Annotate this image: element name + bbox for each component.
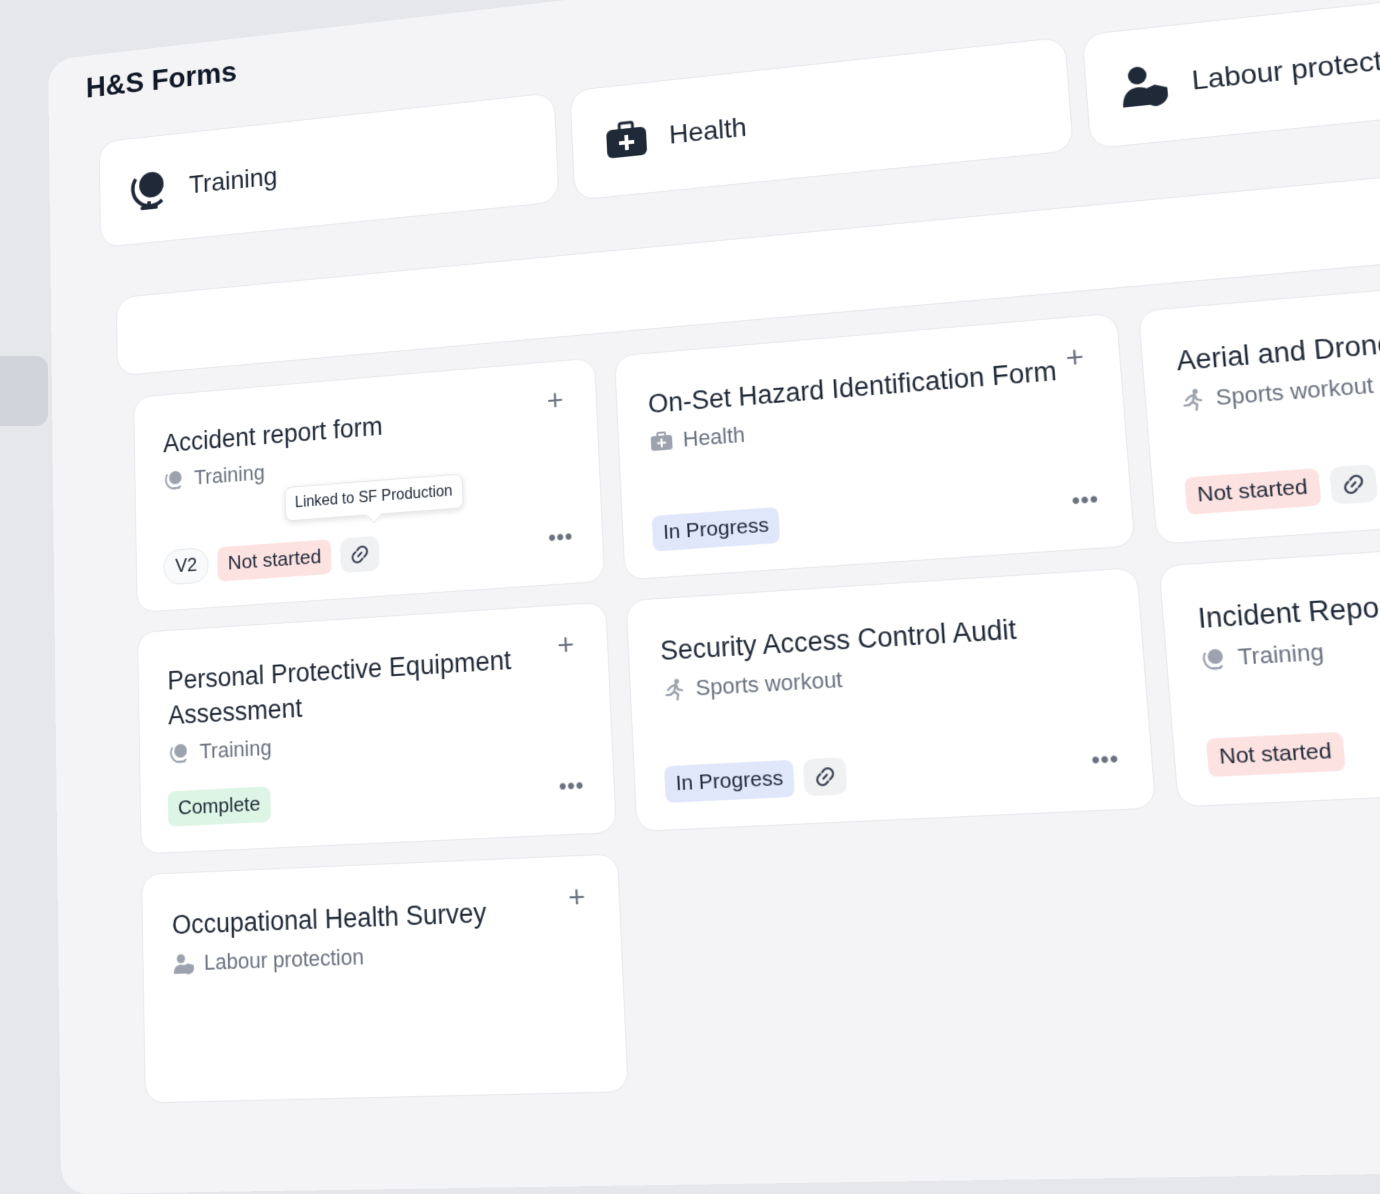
add-icon[interactable]: +: [546, 386, 564, 416]
form-card-footer: Complete: [168, 786, 271, 826]
category-label-training: Training: [189, 162, 278, 200]
form-card-footer: V2 Not started: [163, 535, 380, 586]
category-label-labour-protection: Labour protection: [1190, 41, 1380, 97]
form-card-title: Incident Report Investigation: [1196, 571, 1380, 637]
form-card-footer: In Progress: [652, 507, 781, 552]
more-options-icon[interactable]: •••: [1071, 486, 1100, 514]
status-badge: In Progress: [652, 507, 781, 552]
link-icon: [814, 765, 838, 789]
globe-icon: [169, 741, 191, 766]
more-options-icon[interactable]: •••: [548, 524, 574, 551]
runner-icon: [1179, 387, 1206, 413]
medkit-icon: [649, 429, 673, 454]
link-icon: [349, 543, 370, 566]
form-card-title: Personal Protective Equipment Assessment: [167, 640, 551, 733]
form-card[interactable]: Accident report form Training + Linked t…: [133, 357, 605, 613]
add-icon[interactable]: +: [568, 882, 587, 913]
link-button[interactable]: [340, 535, 380, 572]
medkit-icon: [604, 116, 650, 164]
form-card-category-label: Labour protection: [204, 944, 365, 976]
form-card-category-label: Training: [194, 460, 265, 490]
category-label-health: Health: [668, 112, 747, 150]
link-button[interactable]: [803, 757, 848, 796]
add-icon[interactable]: +: [557, 630, 575, 661]
form-card-footer: In Progress: [664, 757, 848, 803]
form-card-title: Occupational Health Survey: [172, 892, 560, 943]
status-badge: Not started: [1184, 468, 1321, 515]
form-card-category-label: Health: [682, 422, 745, 452]
form-card[interactable]: Security Access Control Audit Sports wor…: [626, 567, 1157, 832]
form-card-footer: Not started: [1206, 732, 1346, 777]
more-options-icon[interactable]: •••: [1090, 745, 1120, 774]
form-card-category-label: Sports workout: [1215, 372, 1375, 411]
globe-icon: [1200, 645, 1228, 672]
form-card-category-label: Training: [199, 735, 272, 764]
form-card-category-label: Sports workout: [695, 667, 843, 702]
version-badge: V2: [163, 547, 209, 585]
user-shield-icon: [173, 951, 195, 976]
status-badge: Complete: [168, 786, 271, 826]
sidebar-active-item[interactable]: [0, 356, 48, 426]
runner-icon: [662, 677, 687, 703]
more-options-icon[interactable]: •••: [558, 772, 585, 800]
user-shield-icon: [1120, 61, 1171, 111]
form-card[interactable]: On-Set Hazard Identification Form Health…: [614, 313, 1136, 581]
form-card[interactable]: Occupational Health Survey Labour protec…: [141, 853, 629, 1103]
link-button[interactable]: [1329, 464, 1378, 505]
globe-icon: [164, 468, 186, 492]
status-badge: In Progress: [664, 760, 795, 803]
globe-icon: [129, 167, 170, 213]
form-card[interactable]: Personal Protective Equipment Assessment…: [137, 601, 617, 854]
form-card-category-label: Training: [1237, 639, 1325, 671]
form-card-footer: Not started: [1184, 464, 1378, 515]
status-badge: Not started: [217, 539, 331, 581]
status-badge: Not started: [1206, 732, 1346, 777]
link-icon: [1340, 472, 1366, 497]
forms-stage: H&S Forms Training Health Labour protect…: [49, 0, 1380, 1033]
form-card[interactable]: Incident Report Investigation Training N…: [1158, 529, 1380, 807]
form-card-category: Labour protection: [173, 936, 589, 977]
add-icon[interactable]: +: [1065, 343, 1085, 375]
form-card-title: Aerial and Drone Safety Survey: [1175, 306, 1380, 380]
